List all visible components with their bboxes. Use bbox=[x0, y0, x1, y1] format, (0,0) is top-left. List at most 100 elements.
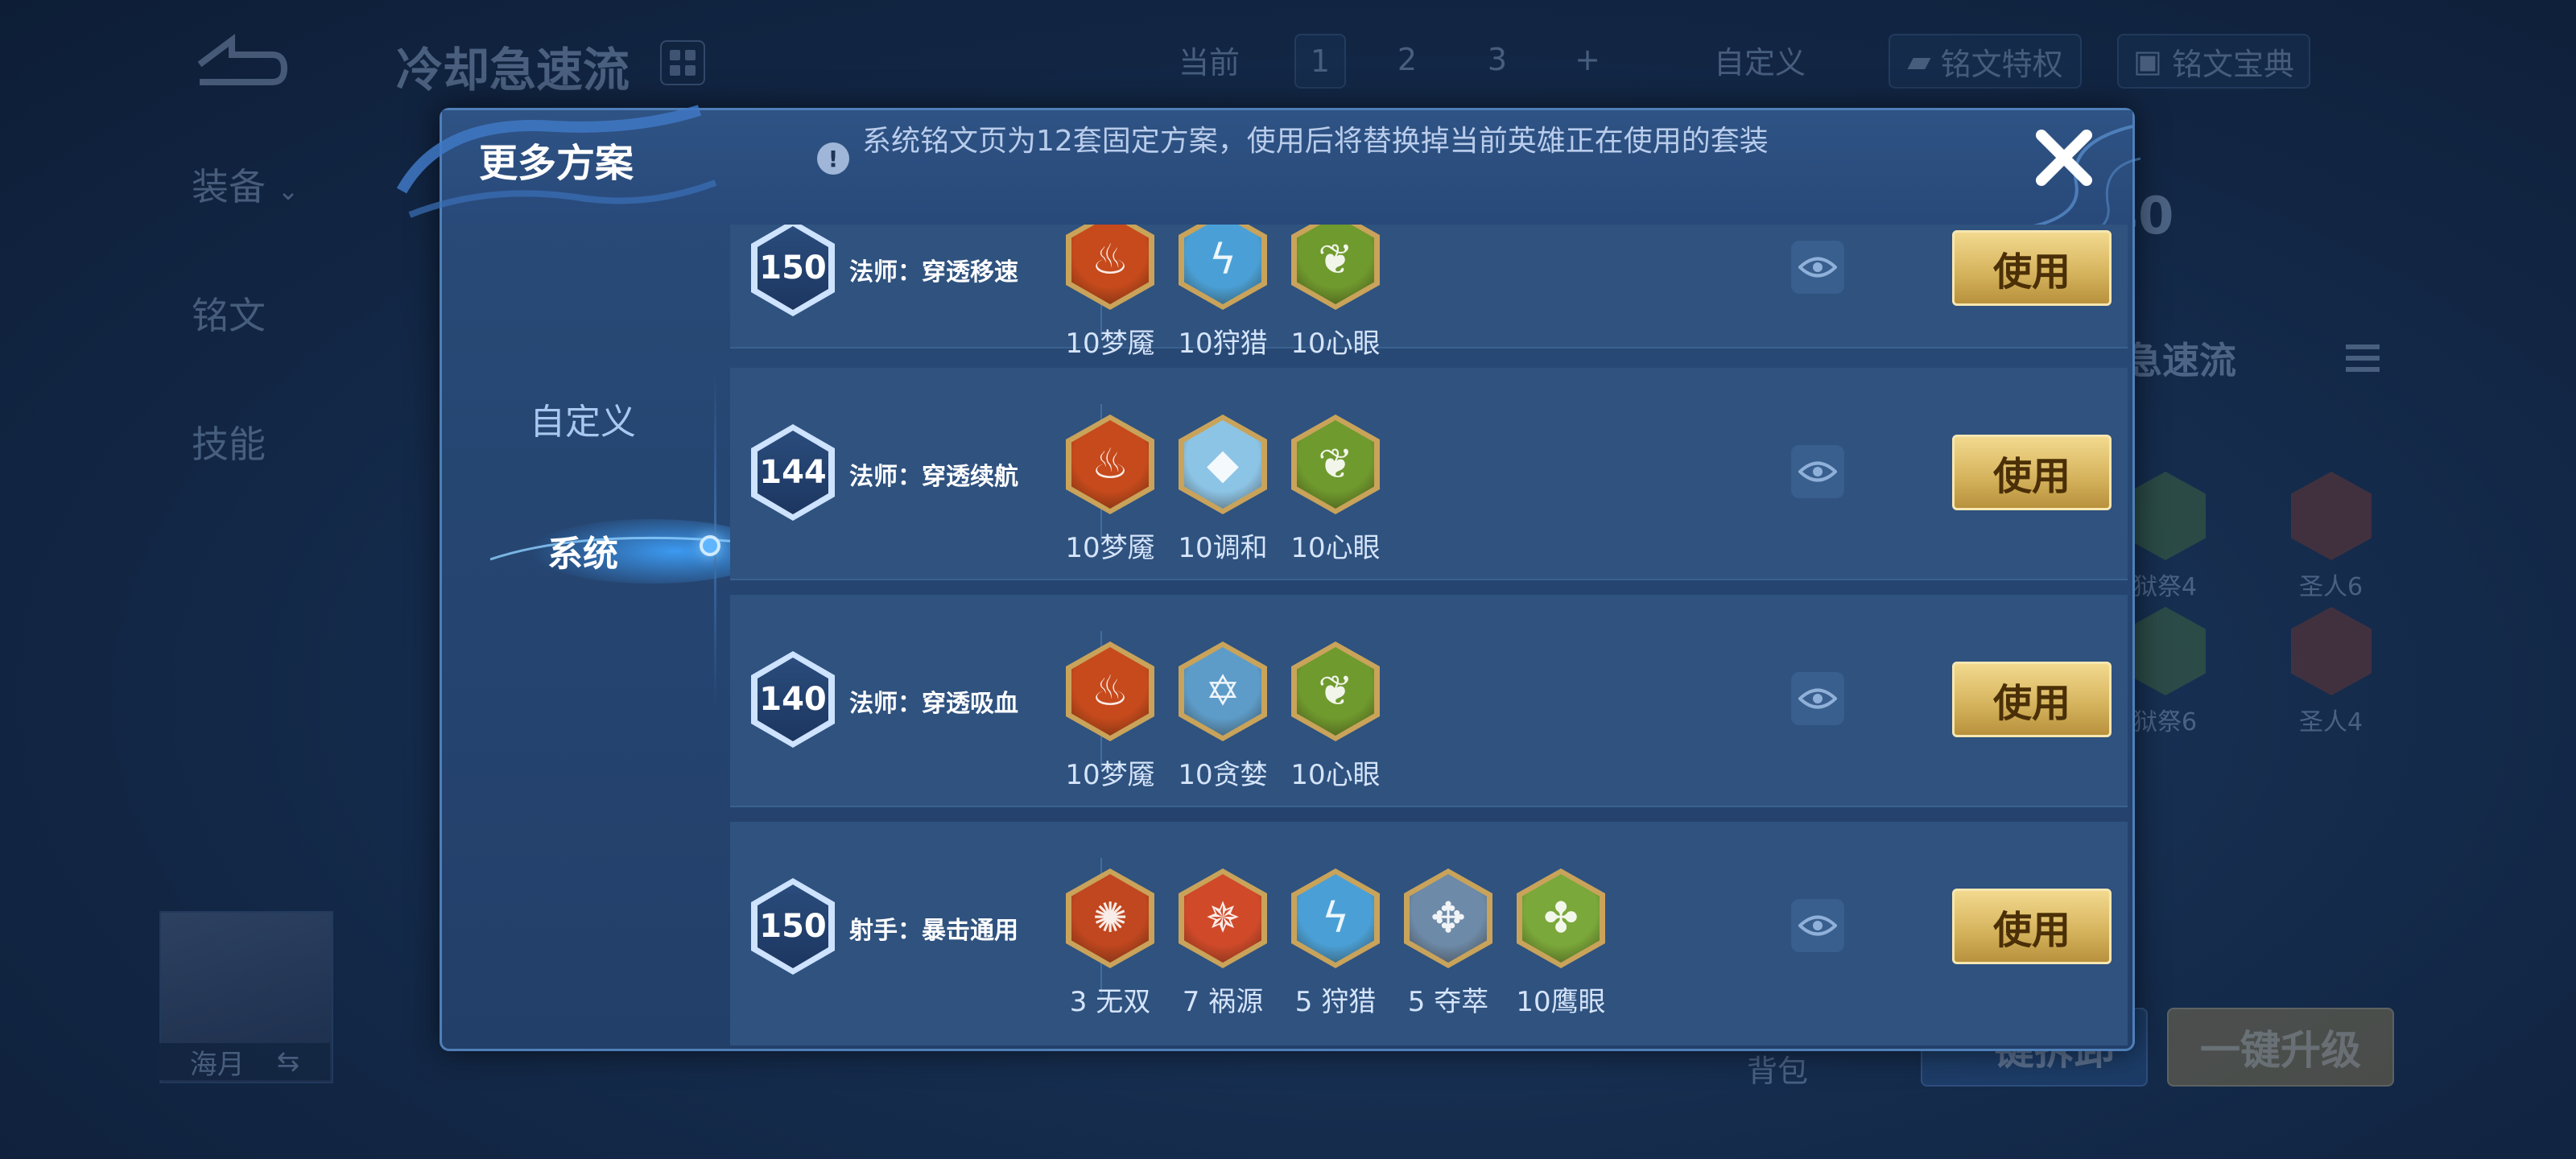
inscription-gem[interactable]: ◆ 10调和 bbox=[1174, 415, 1271, 565]
chevron-down-icon: ⌄ bbox=[277, 175, 299, 206]
inscription-page-title: 冷却急速流 bbox=[396, 43, 630, 97]
scheme-level-hex: 140 bbox=[751, 651, 835, 748]
flame-icon: ♨ bbox=[1066, 641, 1154, 741]
clover-icon: ✤ bbox=[1517, 868, 1605, 968]
page-tab-1[interactable]: 1 bbox=[1294, 34, 1346, 89]
scheme-row: 150 射手：暴击通用 ✺ 3 无双 ✵ 7 祸源 ϟ 5 狩猎 ✥ 5 夺萃 ✤ 10鹰眼 使用 bbox=[730, 822, 2128, 1046]
eye-icon bbox=[1798, 461, 1837, 482]
inscription-privilege-button[interactable]: ▰ 铭文特权 bbox=[1889, 34, 2082, 89]
gem-label: 10心眼 bbox=[1290, 328, 1381, 360]
inscription-gem[interactable]: ✤ 10鹰眼 bbox=[1513, 868, 1609, 1019]
current-label: 当前 bbox=[1178, 44, 1240, 80]
page-tab-2[interactable]: 2 bbox=[1383, 34, 1431, 85]
bag-label[interactable]: 背包 bbox=[1747, 1046, 1808, 1091]
scheme-name: 法师：穿透吸血 bbox=[849, 690, 1018, 718]
bg-gem-4 bbox=[2291, 607, 2372, 695]
knot-icon: ✥ bbox=[1404, 868, 1492, 968]
bg-gem-4-label: 圣人4 bbox=[2299, 708, 2363, 736]
inscription-gem[interactable]: ✡ 10贪婪 bbox=[1174, 641, 1271, 792]
inscription-gem[interactable]: ϟ 10狩猎 bbox=[1174, 225, 1271, 361]
gem-label: 10心眼 bbox=[1290, 532, 1381, 564]
grid-icon[interactable] bbox=[660, 40, 705, 85]
leaf-icon: ❦ bbox=[1291, 415, 1380, 514]
inscription-gem[interactable]: ❦ 10心眼 bbox=[1287, 225, 1384, 361]
inscription-gem[interactable]: ✺ 3 无双 bbox=[1062, 868, 1158, 1019]
scheme-level: 150 bbox=[758, 226, 828, 310]
dialog-sidebar: 自定义 系统 bbox=[442, 225, 756, 1046]
use-scheme-button[interactable]: 使用 bbox=[1952, 435, 2112, 510]
gem-label: 7 祸源 bbox=[1182, 986, 1264, 1018]
leaf-icon: ❦ bbox=[1291, 225, 1380, 310]
gem-label: 10梦魇 bbox=[1065, 328, 1155, 360]
flame-icon: ♨ bbox=[1066, 415, 1154, 514]
scheme-name: 法师：穿透续航 bbox=[849, 463, 1018, 491]
active-tab-dot bbox=[700, 535, 720, 556]
gem-label: 3 无双 bbox=[1069, 986, 1151, 1018]
close-icon bbox=[2036, 130, 2092, 186]
inscription-gem[interactable]: ϟ 5 狩猎 bbox=[1287, 868, 1384, 1019]
scheme-level: 144 bbox=[758, 431, 828, 514]
gem-label: 10梦魇 bbox=[1065, 759, 1155, 791]
bg-gem-2 bbox=[2291, 472, 2372, 560]
drop-icon: ◆ bbox=[1179, 415, 1267, 514]
gem-label: 10鹰眼 bbox=[1516, 986, 1606, 1018]
gem-label: 10贪婪 bbox=[1178, 759, 1268, 791]
inscription-gem[interactable]: ❦ 10心眼 bbox=[1287, 415, 1384, 565]
add-page-button[interactable]: + bbox=[1563, 34, 1612, 85]
custom-button[interactable]: 自定义 bbox=[1703, 34, 1816, 85]
list-icon[interactable] bbox=[2343, 338, 2383, 378]
inscription-set-name: 急速流 bbox=[2125, 339, 2236, 382]
more-schemes-dialog: 更多方案 ! 系统铭文页为12套固定方案，使用后将替换掉当前英雄正在使用的套装 … bbox=[396, 105, 2141, 1051]
bg-gem-1-label: 狱祭4 bbox=[2133, 573, 2198, 601]
inscription-gem[interactable]: ♨ 10梦魇 bbox=[1062, 641, 1158, 792]
gem-label: 10梦魇 bbox=[1065, 532, 1155, 564]
hero-name: 海月 bbox=[189, 1048, 245, 1081]
page-tab-3[interactable]: 3 bbox=[1473, 34, 1521, 85]
one-click-upgrade-button[interactable]: 一键升级 bbox=[2167, 1008, 2394, 1087]
tab-custom[interactable]: 自定义 bbox=[442, 374, 724, 463]
inscription-gem[interactable]: ✥ 5 夺萃 bbox=[1400, 868, 1496, 1019]
eye-icon bbox=[1798, 688, 1837, 709]
hero-name-bar[interactable]: 海月 ⇆ bbox=[159, 1043, 330, 1081]
use-scheme-button[interactable]: 使用 bbox=[1952, 889, 2112, 964]
scheme-row: 140 法师：穿透吸血 ♨ 10梦魇 ✡ 10贪婪 ❦ 10心眼 使用 bbox=[730, 595, 2128, 807]
scheme-level-hex: 144 bbox=[751, 424, 835, 521]
swap-icon: ⇆ bbox=[276, 1046, 300, 1078]
preview-button[interactable] bbox=[1791, 445, 1844, 498]
bg-gem-2-label: 圣人6 bbox=[2299, 573, 2363, 601]
preview-button[interactable] bbox=[1791, 899, 1844, 952]
tab-system[interactable]: 系统 bbox=[442, 506, 724, 595]
eye-icon bbox=[1798, 257, 1837, 278]
use-scheme-button[interactable]: 使用 bbox=[1952, 230, 2112, 306]
info-icon: ! bbox=[817, 142, 849, 175]
scheme-level: 150 bbox=[758, 885, 828, 968]
gem-label: 10心眼 bbox=[1290, 759, 1381, 791]
side-menu-equipment[interactable]: 装备 ⌄ bbox=[192, 158, 299, 211]
star-icon: ✡ bbox=[1179, 641, 1267, 741]
close-button[interactable] bbox=[2028, 122, 2100, 194]
bg-gem-3 bbox=[2125, 607, 2206, 695]
scheme-list[interactable]: 150 法师：穿透移速 ♨ 10梦魇 ϟ 10狩猎 ❦ 10心眼 使用 144 法师：穿透续航 ♨ 10… bbox=[730, 225, 2128, 1046]
scheme-row: 144 法师：穿透续航 ♨ 10梦魇 ◆ 10调和 ❦ 10心眼 使用 bbox=[730, 368, 2128, 580]
gem-label: 5 狩猎 bbox=[1294, 986, 1377, 1018]
use-scheme-button[interactable]: 使用 bbox=[1952, 662, 2112, 737]
gem-label: 10狩猎 bbox=[1178, 328, 1268, 360]
lightning-icon: ϟ bbox=[1179, 225, 1267, 310]
scheme-level-hex: 150 bbox=[751, 225, 835, 316]
notice-text: 系统铭文页为12套固定方案，使用后将替换掉当前英雄正在使用的套装 bbox=[862, 125, 1769, 158]
side-menu-inscription[interactable]: 铭文 bbox=[192, 287, 266, 340]
preview-button[interactable] bbox=[1791, 672, 1844, 725]
inscription-codex-button[interactable]: ▣ 铭文宝典 bbox=[2117, 34, 2310, 89]
back-arrow-icon[interactable] bbox=[184, 32, 288, 89]
book-icon: ▰ bbox=[1907, 43, 1941, 79]
preview-button[interactable] bbox=[1791, 241, 1844, 294]
eye-icon bbox=[1798, 915, 1837, 936]
inscription-gem[interactable]: ✵ 7 祸源 bbox=[1174, 868, 1271, 1019]
swirl-icon: ✺ bbox=[1066, 868, 1154, 968]
inscription-gem[interactable]: ♨ 10梦魇 bbox=[1062, 225, 1158, 361]
scheme-level-hex: 150 bbox=[751, 878, 835, 975]
inscription-gem[interactable]: ❦ 10心眼 bbox=[1287, 641, 1384, 792]
side-menu-skills[interactable]: 技能 bbox=[192, 415, 266, 468]
codex-icon: ▣ bbox=[2133, 43, 2172, 79]
inscription-gem[interactable]: ♨ 10梦魇 bbox=[1062, 415, 1158, 565]
